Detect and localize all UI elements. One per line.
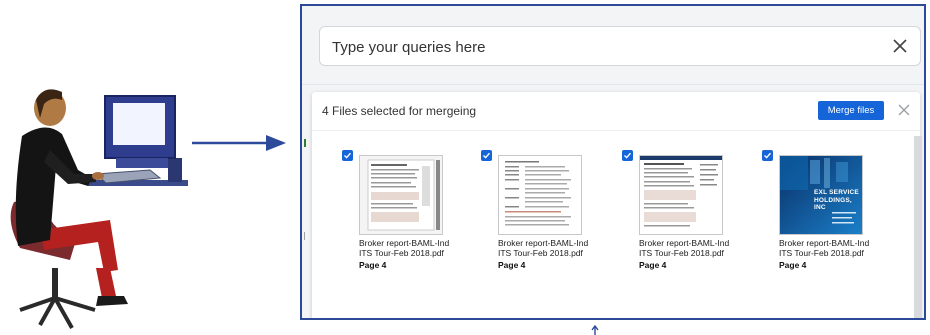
file-page-number: Page 4 (639, 260, 667, 270)
file-page-number: Page 4 (359, 260, 387, 270)
merge-panel: 4 Files selected for mergeing Merge file… (312, 92, 920, 318)
merge-panel-header: 4 Files selected for mergeing Merge file… (312, 92, 920, 131)
file-thumbnail[interactable] (359, 155, 443, 235)
file-page-number: Page 4 (779, 260, 807, 270)
merge-files-button[interactable]: Merge files (818, 101, 884, 120)
checkbox-checked-icon[interactable] (622, 150, 633, 161)
search-bar[interactable] (319, 26, 921, 67)
file-name: Broker report-BAML-Ind ITS Tour-Feb 2018… (498, 238, 589, 258)
search-input[interactable] (330, 27, 874, 67)
arrow-right-icon (192, 135, 286, 151)
file-thumbnail[interactable] (498, 155, 582, 235)
selection-count-label: 4 Files selected for mergeing (322, 104, 477, 118)
person-at-computer-icon (10, 89, 188, 329)
file-thumbnail[interactable]: EXL SERVICE HOLDINGS, INC (779, 155, 863, 235)
file-thumbnail[interactable] (639, 155, 723, 235)
file-card: Broker report-BAML-Ind ITS Tour-Feb 2018… (481, 150, 607, 280)
file-page-number: Page 4 (498, 260, 526, 270)
checkbox-checked-icon[interactable] (342, 150, 353, 161)
app-screenshot-frame: 4 Files selected for mergeing Merge file… (300, 4, 926, 320)
scrollbar[interactable] (914, 136, 922, 318)
close-icon[interactable] (898, 104, 910, 116)
divider (302, 84, 924, 85)
file-name: Broker report-BAML-Ind ITS Tour-Feb 2018… (639, 238, 730, 258)
checkbox-checked-icon[interactable] (481, 150, 492, 161)
caret-up-icon (591, 325, 599, 335)
file-name: Broker report-BAML-Ind ITS Tour-Feb 2018… (779, 238, 870, 258)
side-indicator (304, 232, 305, 240)
close-icon[interactable] (892, 38, 908, 54)
file-name: Broker report-BAML-Ind ITS Tour-Feb 2018… (359, 238, 450, 258)
side-indicator (304, 139, 306, 147)
checkbox-checked-icon[interactable] (762, 150, 773, 161)
file-card: EXL SERVICE HOLDINGS, INC Broker report-… (762, 150, 888, 280)
file-card: Broker report-BAML-Ind ITS Tour-Feb 2018… (622, 150, 748, 280)
selected-files-list: Broker report-BAML-Ind ITS Tour-Feb 2018… (342, 150, 902, 290)
thumbnail-cover-title: EXL SERVICE HOLDINGS, INC (814, 189, 859, 211)
file-card: Broker report-BAML-Ind ITS Tour-Feb 2018… (342, 150, 468, 280)
